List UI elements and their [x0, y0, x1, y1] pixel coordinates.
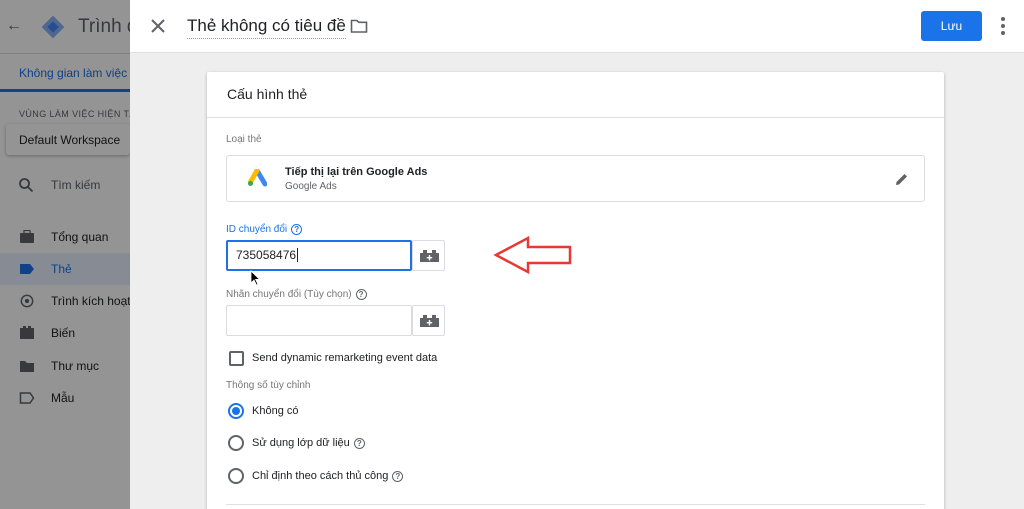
dynamic-remarketing-checkbox[interactable] [229, 351, 244, 366]
radio-data-layer-label-wrap: Sử dụng lớp dữ liệu? [252, 437, 365, 449]
radio-manual-label: Chỉ định theo cách thủ công [252, 470, 389, 482]
radio-data-layer-label: Sử dụng lớp dữ liệu [252, 437, 350, 449]
custom-params-label: Thông số tùy chỉnh [226, 380, 311, 391]
variable-block-icon [420, 250, 439, 262]
tag-editor-sheet: Thẻ không có tiêu đề Lưu Cấu hình thẻ Lo… [130, 0, 1024, 509]
radio-manual[interactable] [228, 468, 244, 484]
help-icon[interactable]: ? [353, 437, 365, 449]
tag-configuration-card: Cấu hình thẻ Loại thẻ Tiếp thị lại trên … [207, 72, 944, 509]
close-icon[interactable] [148, 16, 168, 36]
variable-block-icon [420, 315, 439, 327]
help-icon[interactable]: ? [355, 289, 367, 300]
help-icon[interactable]: ? [291, 224, 303, 235]
conversion-id-label-text: ID chuyển đổi [226, 224, 288, 236]
text-caret [297, 248, 299, 262]
tag-name-field[interactable]: Thẻ không có tiêu đề [187, 16, 346, 39]
help-icon[interactable]: ? [392, 470, 404, 482]
tag-type-label: Loại thẻ [226, 134, 262, 145]
folder-icon[interactable] [350, 18, 368, 34]
divider [207, 117, 944, 118]
insert-variable-button[interactable] [412, 305, 445, 336]
conversion-id-value: 735058476 [236, 248, 297, 262]
annotation-arrow-icon [493, 236, 572, 274]
dynamic-remarketing-label: Send dynamic remarketing event data [252, 352, 438, 364]
save-button[interactable]: Lưu [921, 11, 982, 41]
google-ads-logo-icon [248, 169, 267, 187]
tag-type-subtitle: Google Ads [285, 181, 337, 192]
pencil-icon[interactable] [894, 172, 909, 187]
conversion-label-input[interactable] [226, 305, 412, 336]
conversion-label-label-text: Nhãn chuyển đổi (Tùy chọn) [226, 289, 352, 301]
radio-manual-label-wrap: Chỉ định theo cách thủ công? [252, 470, 404, 482]
conversion-label-label: Nhãn chuyển đổi (Tùy chọn)? [226, 289, 367, 300]
tag-type-name: Tiếp thị lại trên Google Ads [285, 166, 428, 178]
card-title: Cấu hình thẻ [227, 86, 308, 102]
more-vert-icon[interactable] [996, 14, 1010, 38]
tag-type-selector[interactable]: Tiếp thị lại trên Google Ads Google Ads [226, 155, 925, 202]
divider [226, 504, 925, 505]
radio-data-layer[interactable] [228, 435, 244, 451]
radio-none-label: Không có [252, 405, 299, 417]
conversion-id-input[interactable]: 735058476 [226, 240, 412, 271]
radio-none[interactable] [228, 403, 244, 419]
mouse-pointer-icon [250, 270, 260, 286]
insert-variable-button[interactable] [412, 240, 445, 271]
sheet-header: Thẻ không có tiêu đề Lưu [130, 0, 1024, 53]
conversion-id-label: ID chuyển đổi? [226, 224, 303, 236]
